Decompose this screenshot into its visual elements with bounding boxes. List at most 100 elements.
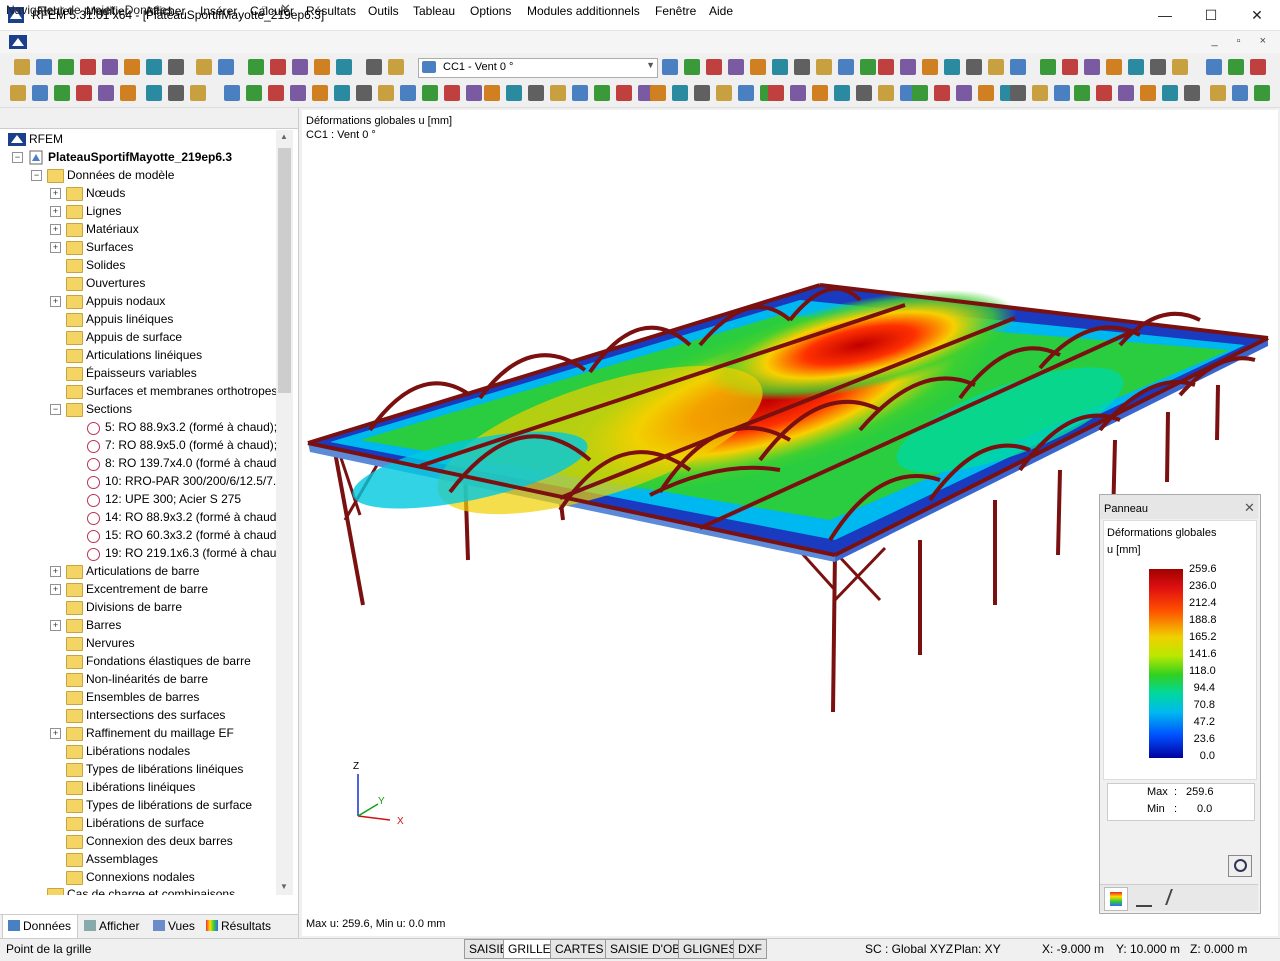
tree-item[interactable]: + Barres (0, 616, 270, 634)
tree-item[interactable]: Types de libérations linéiques (0, 760, 270, 778)
toolbar-button-icon[interactable] (1150, 59, 1166, 75)
toolbar-button-icon[interactable] (816, 59, 832, 75)
toolbar-button-icon[interactable] (98, 85, 114, 101)
menu-outils[interactable]: Outils (368, 4, 399, 18)
toolbar-button-icon[interactable] (1010, 85, 1026, 101)
section-item[interactable]: 14: RO 88.9x3.2 (formé à chaud); (0, 508, 276, 526)
toolbar-button-icon[interactable] (878, 85, 894, 101)
toolbar-button-icon[interactable] (246, 85, 262, 101)
section-item[interactable]: 12: UPE 300; Acier S 275 (0, 490, 276, 508)
toolbar-button-icon[interactable] (550, 85, 566, 101)
panel-close-icon[interactable]: ✕ (1244, 500, 1255, 516)
section-item[interactable]: 15: RO 60.3x3.2 (formé à chaud); (0, 526, 276, 544)
toolbar-button-icon[interactable] (146, 85, 162, 101)
dxf-button[interactable]: DXF (733, 939, 767, 959)
expand-icon[interactable]: + (50, 188, 61, 199)
toolbar-button-icon[interactable] (900, 59, 916, 75)
scrollbar-thumb[interactable] (278, 148, 291, 393)
toolbar-button-icon[interactable] (1106, 59, 1122, 75)
toolbar-button-icon[interactable] (750, 59, 766, 75)
toolbar-button-icon[interactable] (334, 85, 350, 101)
tree-item[interactable]: Divisions de barre (0, 598, 270, 616)
toolbar-button-icon[interactable] (1096, 85, 1112, 101)
scroll-up-icon[interactable]: ▲ (280, 132, 288, 141)
toolbar-button-icon[interactable] (388, 59, 404, 75)
toolbar-button-icon[interactable] (400, 85, 416, 101)
toolbar-button-icon[interactable] (944, 59, 960, 75)
tree-item[interactable]: + Lignes (0, 202, 270, 220)
toolbar-button-icon[interactable] (1128, 59, 1144, 75)
toolbar-button-icon[interactable] (966, 59, 982, 75)
expand-icon[interactable]: + (50, 206, 61, 217)
tree-item[interactable]: Ensembles de barres (0, 688, 270, 706)
expand-icon[interactable]: + (50, 728, 61, 739)
toolbar-button-icon[interactable] (1140, 85, 1156, 101)
tree-item[interactable]: Assemblages (0, 850, 270, 868)
tree-item[interactable]: Connexions nodales (0, 868, 270, 886)
toolbar-button-icon[interactable] (684, 59, 700, 75)
menu-options[interactable]: Options (470, 4, 511, 18)
balance-icon[interactable] (1136, 891, 1152, 907)
section-item[interactable]: 10: RRO-PAR 300/200/6/12.5/7.5; (0, 472, 276, 490)
toolbar-button-icon[interactable] (616, 85, 632, 101)
tab-afficher[interactable]: Afficher (84, 919, 139, 933)
menu-aide[interactable]: Aide (709, 4, 733, 18)
toolbar-button-icon[interactable] (856, 85, 872, 101)
tree-item[interactable]: + Matériaux (0, 220, 270, 238)
toolbar-button-icon[interactable] (36, 59, 52, 75)
toolbar-button-icon[interactable] (444, 85, 460, 101)
tree-item[interactable]: Libérations linéiques (0, 778, 270, 796)
tree-item[interactable]: Libérations de surface (0, 814, 270, 832)
toolbar-button-icon[interactable] (1084, 59, 1100, 75)
toolbar-button-icon[interactable] (912, 85, 928, 101)
close-window-button[interactable]: ✕ (1234, 0, 1280, 30)
expand-icon[interactable]: + (50, 296, 61, 307)
tree-item[interactable]: + Nœuds (0, 184, 270, 202)
toolbar-button-icon[interactable] (270, 59, 286, 75)
toolbar-button-icon[interactable] (1232, 85, 1248, 101)
toolbar-button-icon[interactable] (196, 59, 212, 75)
toolbar-button-icon[interactable] (146, 59, 162, 75)
tab-donnees[interactable]: Données (8, 919, 71, 933)
maximize-button[interactable]: ☐ (1188, 0, 1234, 30)
panel-tab-colors[interactable] (1104, 887, 1128, 911)
toolbar-button-icon[interactable] (672, 85, 688, 101)
toolbar-button-icon[interactable] (790, 85, 806, 101)
toolbar-button-icon[interactable] (336, 59, 352, 75)
toolbar-button-icon[interactable] (32, 85, 48, 101)
toolbar-button-icon[interactable] (1040, 59, 1056, 75)
toolbar-button-icon[interactable] (528, 85, 544, 101)
toolbar-button-icon[interactable] (594, 85, 610, 101)
expand-icon[interactable]: + (50, 584, 61, 595)
toolbar-button-icon[interactable] (466, 85, 482, 101)
toolbar-button-icon[interactable] (314, 59, 330, 75)
toolbar-button-icon[interactable] (1118, 85, 1134, 101)
toolbar-button-icon[interactable] (706, 59, 722, 75)
toolbar-button-icon[interactable] (248, 59, 264, 75)
toolbar-button-icon[interactable] (728, 59, 744, 75)
tab-resultats[interactable]: Résultats (206, 919, 271, 933)
menu-tableau[interactable]: Tableau (413, 4, 455, 18)
tree-item[interactable]: + Excentrement de barre (0, 580, 270, 598)
toolbar-button-icon[interactable] (812, 85, 828, 101)
tree-item[interactable]: Intersections des surfaces (0, 706, 270, 724)
pin-icon[interactable]: ▫ (262, 2, 266, 14)
mdi-controls[interactable]: _ ▫ × (1211, 35, 1274, 47)
toolbar-button-icon[interactable] (366, 59, 382, 75)
toolbar-button-icon[interactable] (168, 85, 184, 101)
toolbar-button-icon[interactable] (1062, 59, 1078, 75)
tree-item[interactable]: Libérations nodales (0, 742, 270, 760)
panel-zoom-button[interactable] (1228, 855, 1252, 877)
toolbar-button-icon[interactable] (772, 59, 788, 75)
toolbar-button-icon[interactable] (1210, 85, 1226, 101)
expand-icon[interactable]: + (50, 620, 61, 631)
toolbar-button-icon[interactable] (168, 59, 184, 75)
toolbar-button-icon[interactable] (1172, 59, 1188, 75)
tree-item[interactable]: Fondations élastiques de barre (0, 652, 270, 670)
tree-model-data[interactable]: − Données de modèle (0, 166, 270, 184)
toolbar-button-icon[interactable] (102, 59, 118, 75)
expand-icon[interactable]: + (50, 224, 61, 235)
tree-load-cases[interactable]: Cas de charge et combinaisons (0, 885, 270, 895)
toolbar-button-icon[interactable] (422, 85, 438, 101)
toolbar-button-icon[interactable] (1206, 59, 1222, 75)
